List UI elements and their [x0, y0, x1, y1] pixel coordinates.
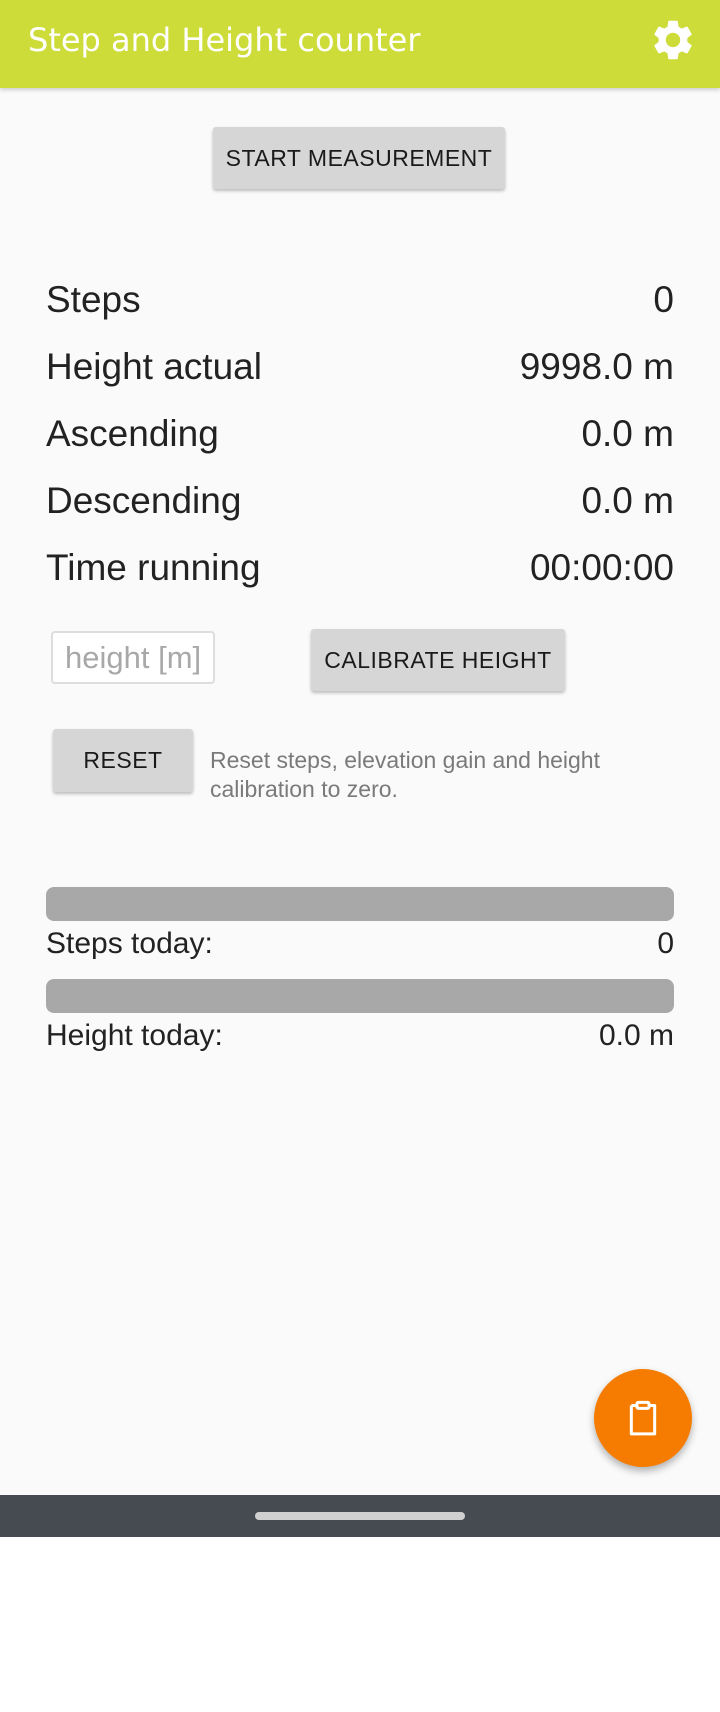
height-today-value: 0.0 m [598, 1019, 674, 1052]
stat-row-ascending: Ascending 0.0 m [46, 413, 674, 463]
clipboard-fab[interactable] [594, 1369, 692, 1467]
height-input[interactable] [51, 631, 215, 684]
stat-value: 9998.0 m [519, 346, 674, 387]
steps-today-label: Steps today: [46, 927, 213, 960]
stat-value: 00:00:00 [529, 547, 674, 588]
stat-label: Time running [46, 547, 261, 588]
steps-today-value: 0 [657, 927, 674, 960]
stat-label: Steps [46, 279, 141, 320]
app-bar: Step and Height counter [0, 0, 720, 88]
stat-value: 0.0 m [581, 413, 674, 454]
app-content: Step and Height counter START MEASUREMEN… [0, 0, 720, 1495]
reset-description: Reset steps, elevation gain and height c… [210, 747, 600, 802]
steps-today-row: Steps today: 0 [46, 927, 674, 963]
start-measurement-button[interactable]: START MEASUREMENT [213, 127, 505, 189]
home-gesture-handle[interactable] [255, 1512, 465, 1520]
stat-label: Ascending [46, 413, 219, 454]
height-today-progress-bar [46, 979, 674, 1013]
clipboard-icon [629, 1400, 657, 1436]
calibrate-height-button[interactable]: CALIBRATE HEIGHT [311, 629, 565, 691]
screen: Step and Height counter START MEASUREMEN… [0, 0, 720, 1712]
stat-row-height-actual: Height actual 9998.0 m [46, 346, 674, 396]
app-title: Step and Height counter [28, 21, 421, 59]
stat-row-descending: Descending 0.0 m [46, 480, 674, 530]
height-today-label: Height today: [46, 1019, 223, 1052]
reset-button[interactable]: RESET [53, 729, 193, 792]
stat-value: 0 [653, 279, 674, 320]
system-navigation-bar [0, 1495, 720, 1537]
stat-row-steps: Steps 0 [46, 279, 674, 329]
stat-label: Descending [46, 480, 242, 521]
height-today-row: Height today: 0.0 m [46, 1019, 674, 1055]
stat-value: 0.0 m [581, 480, 674, 521]
stat-row-time-running: Time running 00:00:00 [46, 547, 674, 597]
gear-icon [654, 20, 692, 60]
stat-label: Height actual [46, 346, 262, 387]
steps-today-progress-bar [46, 887, 674, 921]
settings-button[interactable] [646, 13, 700, 67]
